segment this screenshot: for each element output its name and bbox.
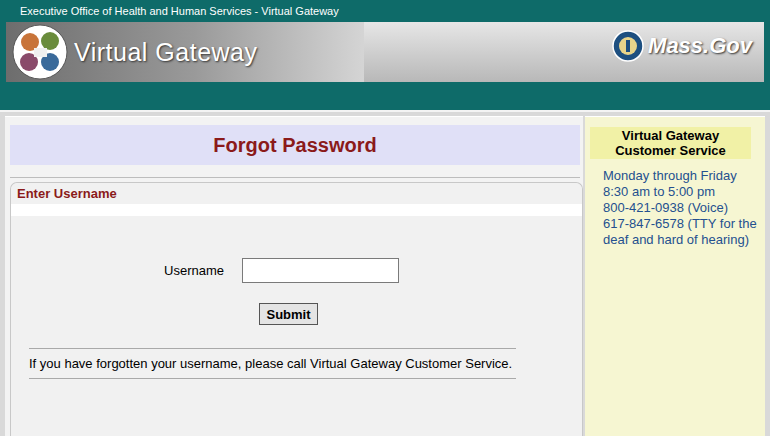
page-title-box: Forgot Password [10, 125, 580, 165]
site-title: Virtual Gateway [74, 38, 258, 67]
page-title: Forgot Password [213, 134, 376, 157]
contact-line: Monday through Friday [603, 168, 763, 184]
username-panel: Enter Username Username Submit If you ha… [10, 182, 583, 436]
nav-strip [0, 82, 770, 110]
customer-service-panel: Virtual Gateway Customer Service Monday … [585, 116, 765, 436]
section-title: Enter Username [11, 183, 582, 204]
agency-text: Executive Office of Health and Human Ser… [20, 5, 339, 17]
banner: Virtual Gateway Mass.Gov [6, 22, 764, 82]
state-seal-icon [612, 30, 644, 62]
contact-line: 617-847-6578 (TTY for the deaf and hard … [603, 216, 763, 248]
contact-info: Monday through Friday8:30 am to 5:00 pm8… [590, 159, 765, 248]
contact-line: 8:30 am to 5:00 pm [603, 184, 763, 200]
collage-logo-icon [12, 24, 68, 80]
massgov-text: Mass.Gov [648, 33, 752, 59]
submit-button[interactable]: Submit [259, 303, 317, 325]
customer-service-title: Virtual Gateway Customer Service [590, 127, 751, 159]
forgot-username-note: If you have forgotten your username, ple… [29, 348, 516, 379]
banner-photo: Mass.Gov [364, 22, 764, 82]
username-input[interactable] [242, 258, 399, 283]
contact-line: 800-421-0938 (Voice) [603, 200, 763, 216]
massgov-logo: Mass.Gov [612, 30, 752, 62]
username-label: Username [164, 263, 224, 278]
main-panel: Forgot Password Enter Username Username … [5, 116, 583, 436]
agency-bar: Executive Office of Health and Human Ser… [0, 0, 770, 22]
